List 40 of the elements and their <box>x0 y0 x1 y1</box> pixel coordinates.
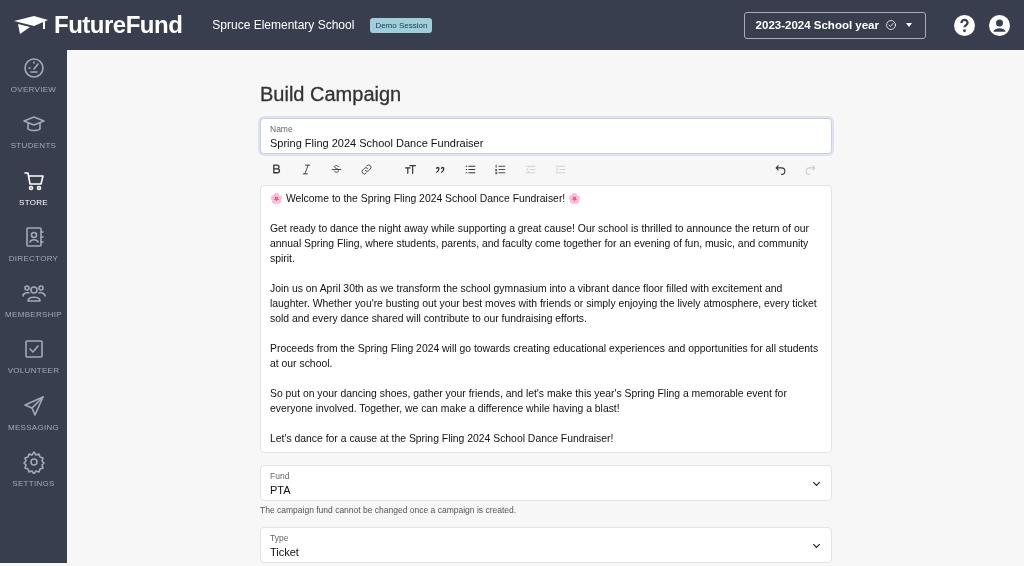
nav-item[interactable]: MESSAGING <box>0 393 67 451</box>
text-size-icon[interactable] <box>404 163 417 176</box>
demo-badge: Demo Session <box>370 17 433 33</box>
paper-plane-icon <box>21 393 46 418</box>
undo-icon[interactable] <box>774 163 787 176</box>
link-icon[interactable] <box>360 163 373 176</box>
nav-item[interactable]: STORE <box>0 168 67 225</box>
settings-icon <box>21 450 46 475</box>
paragraph: 🌸 Welcome to the Spring Fling 2024 School Dance Fundraiser! 🌸 <box>270 192 583 206</box>
nav-item[interactable]: OVERVIEW <box>0 56 67 113</box>
check-circle-icon <box>885 19 897 31</box>
select-field[interactable]: Fund PTA <box>260 465 832 501</box>
bullet-list-icon[interactable] <box>464 163 477 176</box>
bold-icon[interactable] <box>270 163 283 176</box>
caret-icon <box>903 21 915 29</box>
select-field[interactable]: Type Ticket <box>260 527 832 563</box>
nav-item[interactable]: MEMBERSHIP <box>0 281 67 338</box>
school-name: Spruce Elementary School <box>212 18 355 32</box>
user-avatar-icon[interactable] <box>989 14 1010 36</box>
paragraph: Proceeds from the Spring Fling 2024 will go towards creating educational experiences and opportunities for all students at our school. <box>270 342 820 371</box>
nav-item[interactable]: DIRECTORY <box>0 224 67 282</box>
gauge-icon <box>21 56 46 80</box>
strikethrough-icon[interactable] <box>330 163 343 176</box>
logo-icon <box>14 15 48 35</box>
numbered-list-icon[interactable] <box>494 163 507 176</box>
paragraph: Let's dance for a cause at the Spring Fling 2024 School Dance Fundraiser! <box>270 432 615 446</box>
nav-item[interactable]: VOLUNTEER <box>0 337 67 394</box>
brand-name[interactable]: FutureFund <box>54 11 183 39</box>
page-title: Build Campaign <box>260 83 403 106</box>
italic-icon[interactable] <box>300 163 313 176</box>
input-field[interactable]: Name Spring Fling 2024 School Dance Fundraiser <box>260 118 832 154</box>
nav-item[interactable]: SETTINGS <box>0 450 67 507</box>
help-icon[interactable] <box>954 14 975 36</box>
paragraph: Get ready to dance the night away while supporting a great cause! Our school is thrilled to announce the return of our annual Spring Fling, where students, parents, and faculty come together for an evening of fun, music, and community spirit. <box>270 222 810 266</box>
paragraph: Join us on April 30th as we transform the school gymnasium into a vibrant dance floor filled with excitement and laughter. Whether you're busting out your best moves with friends or simply enjoying the lively atmosphere, every ticket sold and every dance shared will contribute to our fundraising efforts. <box>270 282 818 326</box>
nav-item[interactable]: STUDENTS <box>0 112 67 169</box>
text-editor[interactable] <box>260 185 832 453</box>
school-year-selector[interactable]: 2023-2024 School year <box>743 11 926 39</box>
help-text: The campaign fund cannot be changed once a campaign is created. <box>260 505 518 515</box>
paragraph: So put on your dancing shoes, gather your friends, and let's make this year's Spring Fling a memorable event for everyone involved. Together, we can make a difference while having a blast! <box>270 387 788 416</box>
